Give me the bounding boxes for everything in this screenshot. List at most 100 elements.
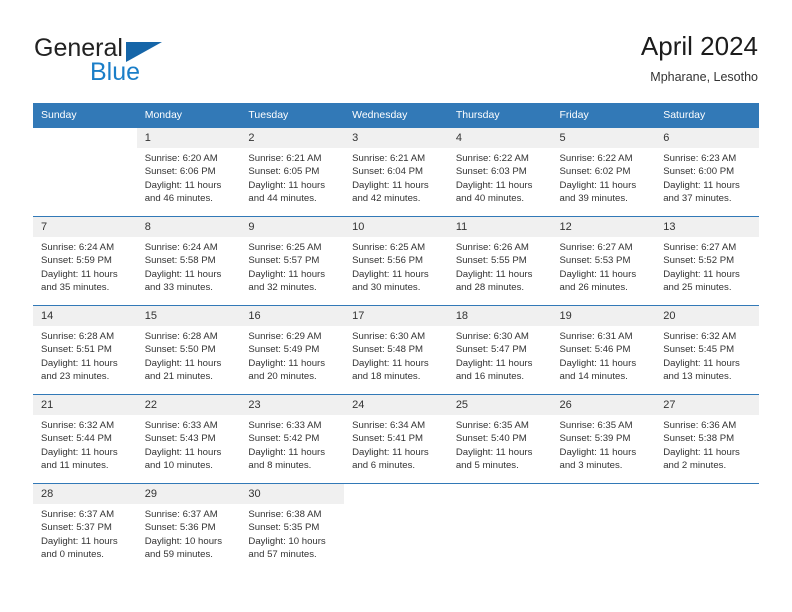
- calendar-day-cell[interactable]: 28 Sunrise: 6:37 AM Sunset: 5:37 PM Dayligh…: [33, 483, 137, 572]
- general-blue-logo[interactable]: General Blue: [34, 34, 234, 86]
- sunset-text: Sunset: 5:55 PM: [455, 255, 527, 267]
- calendar-day-cell[interactable]: 12 Sunrise: 6:27 AM Sunset: 5:53 PM Dayligh…: [551, 216, 656, 306]
- calendar-empty-cell: [33, 127, 137, 217]
- calendar-day-cell[interactable]: 7 Sunrise: 6:24 AM Sunset: 5:59 PM Daylight…: [33, 216, 137, 306]
- sunrise-text: Sunrise: 6:35 AM: [455, 420, 529, 431]
- day-number: [447, 484, 552, 504]
- calendar-day-cell[interactable]: 17 Sunrise: 6:30 AM Sunset: 5:48 PM Dayligh…: [344, 305, 448, 395]
- calendar-day-cell[interactable]: 26 Sunrise: 6:35 AM Sunset: 5:39 PM Dayligh…: [551, 394, 656, 484]
- daylight-text-line1: Daylight: 11 hours: [455, 179, 533, 191]
- daylight-text-line2: and 5 minutes.: [455, 460, 519, 472]
- daylight-text-line1: Daylight: 11 hours: [663, 268, 740, 280]
- calendar-day-cell[interactable]: 16 Sunrise: 6:29 AM Sunset: 5:49 PM Dayligh…: [240, 305, 345, 395]
- day-number: 25: [447, 395, 552, 415]
- day-number: 13: [655, 217, 759, 237]
- daylight-text-line1: Daylight: 11 hours: [41, 357, 118, 369]
- day-details: Sunrise: 6:20 AM Sunset: 6:06 PM Daylight:…: [137, 148, 241, 206]
- calendar-day-cell[interactable]: 24 Sunrise: 6:34 AM Sunset: 5:41 PM Dayligh…: [344, 394, 448, 484]
- day-details: Sunrise: 6:22 AM Sunset: 6:03 PM Daylight:…: [448, 148, 552, 206]
- sunrise-text: Sunrise: 6:33 AM: [248, 420, 322, 431]
- daylight-text-line2: and 8 minutes.: [248, 460, 312, 472]
- sunrise-text: Sunrise: 6:34 AM: [352, 420, 426, 431]
- day-number: 4: [447, 128, 552, 148]
- sunrise-text: Sunrise: 6:31 AM: [559, 331, 633, 342]
- calendar-day-cell[interactable]: 18 Sunrise: 6:30 AM Sunset: 5:47 PM Dayligh…: [447, 305, 552, 395]
- calendar-day-cell[interactable]: 14 Sunrise: 6:28 AM Sunset: 5:51 PM Dayligh…: [33, 305, 137, 395]
- day-details: Sunrise: 6:24 AM Sunset: 5:58 PM Daylight:…: [137, 237, 241, 295]
- calendar-day-cell[interactable]: 19 Sunrise: 6:31 AM Sunset: 5:46 PM Dayligh…: [551, 305, 656, 395]
- daylight-text-line2: and 39 minutes.: [559, 193, 628, 205]
- calendar-day-cell[interactable]: 30 Sunrise: 6:38 AM Sunset: 5:35 PM Dayligh…: [240, 483, 345, 572]
- sunrise-text: Sunrise: 6:32 AM: [41, 420, 115, 431]
- daylight-text-line2: and 14 minutes.: [559, 371, 628, 383]
- calendar-week-row: 1 Sunrise: 6:20 AM Sunset: 6:06 PM Daylight…: [33, 127, 759, 217]
- daylight-text-line1: Daylight: 10 hours: [248, 535, 326, 547]
- calendar-day-cell[interactable]: 13 Sunrise: 6:27 AM Sunset: 5:52 PM Dayligh…: [655, 216, 759, 306]
- day-details: Sunrise: 6:34 AM Sunset: 5:41 PM Daylight:…: [344, 415, 448, 473]
- day-details: Sunrise: 6:27 AM Sunset: 5:53 PM Daylight:…: [552, 237, 656, 295]
- calendar-day-cell[interactable]: 5 Sunrise: 6:22 AM Sunset: 6:02 PM Daylight…: [551, 127, 656, 217]
- daylight-text-line1: Daylight: 11 hours: [559, 357, 637, 369]
- daylight-text-line1: Daylight: 10 hours: [144, 535, 223, 547]
- sunrise-text: Sunrise: 6:30 AM: [352, 331, 426, 342]
- daylight-text-line2: and 21 minutes.: [144, 371, 213, 383]
- sunrise-text: Sunrise: 6:23 AM: [663, 153, 737, 164]
- daylight-text-line2: and 46 minutes.: [144, 193, 213, 205]
- day-number: 16: [240, 306, 345, 326]
- sunset-text: Sunset: 5:50 PM: [144, 344, 216, 356]
- column-header-friday: Friday: [551, 103, 656, 128]
- day-details: Sunrise: 6:28 AM Sunset: 5:51 PM Daylight:…: [33, 326, 137, 384]
- calendar-day-cell[interactable]: 3 Sunrise: 6:21 AM Sunset: 6:04 PM Daylight…: [344, 127, 448, 217]
- day-number: 27: [655, 395, 759, 415]
- day-details: Sunrise: 6:33 AM Sunset: 5:43 PM Daylight:…: [137, 415, 241, 473]
- sunrise-text: Sunrise: 6:37 AM: [41, 509, 115, 520]
- calendar-day-cell[interactable]: 4 Sunrise: 6:22 AM Sunset: 6:03 PM Daylight…: [447, 127, 552, 217]
- daylight-text-line1: Daylight: 11 hours: [352, 357, 429, 369]
- sunrise-text: Sunrise: 6:24 AM: [41, 242, 115, 253]
- daylight-text-line2: and 26 minutes.: [559, 282, 628, 294]
- sunset-text: Sunset: 6:02 PM: [559, 166, 631, 178]
- calendar-day-cell[interactable]: 29 Sunrise: 6:37 AM Sunset: 5:36 PM Dayligh…: [136, 483, 241, 572]
- day-number: 7: [33, 217, 137, 237]
- day-number: 5: [551, 128, 656, 148]
- sunrise-text: Sunrise: 6:21 AM: [352, 153, 426, 164]
- calendar-empty-cell: [655, 483, 759, 572]
- daylight-text-line1: Daylight: 11 hours: [663, 357, 740, 369]
- daylight-text-line1: Daylight: 11 hours: [455, 357, 533, 369]
- day-details: Sunrise: 6:30 AM Sunset: 5:47 PM Daylight:…: [448, 326, 552, 384]
- sunrise-text: Sunrise: 6:32 AM: [663, 331, 737, 342]
- column-header-saturday: Saturday: [655, 103, 759, 128]
- calendar-day-cell[interactable]: 22 Sunrise: 6:33 AM Sunset: 5:43 PM Dayligh…: [136, 394, 241, 484]
- sunset-text: Sunset: 5:36 PM: [144, 522, 216, 534]
- daylight-text-line1: Daylight: 11 hours: [248, 446, 326, 458]
- calendar-day-cell[interactable]: 8 Sunrise: 6:24 AM Sunset: 5:58 PM Daylight…: [136, 216, 241, 306]
- day-number: 19: [551, 306, 656, 326]
- calendar-day-cell[interactable]: 11 Sunrise: 6:26 AM Sunset: 5:55 PM Dayligh…: [447, 216, 552, 306]
- daylight-text-line1: Daylight: 11 hours: [248, 357, 326, 369]
- calendar-day-cell[interactable]: 23 Sunrise: 6:33 AM Sunset: 5:42 PM Dayligh…: [240, 394, 345, 484]
- daylight-text-line2: and 40 minutes.: [455, 193, 525, 205]
- calendar-day-cell[interactable]: 1 Sunrise: 6:20 AM Sunset: 6:06 PM Daylight…: [136, 127, 241, 217]
- calendar-day-cell[interactable]: 6 Sunrise: 6:23 AM Sunset: 6:00 PM Daylight…: [655, 127, 759, 217]
- day-number: [344, 484, 448, 504]
- sunrise-text: Sunrise: 6:28 AM: [41, 331, 115, 342]
- sunrise-text: Sunrise: 6:22 AM: [559, 153, 633, 164]
- calendar-day-cell[interactable]: 15 Sunrise: 6:28 AM Sunset: 5:50 PM Dayligh…: [136, 305, 241, 395]
- day-details: Sunrise: 6:38 AM Sunset: 5:35 PM Daylight:…: [240, 504, 344, 562]
- calendar-day-cell[interactable]: 10 Sunrise: 6:25 AM Sunset: 5:56 PM Dayligh…: [344, 216, 448, 306]
- calendar-day-cell[interactable]: 20 Sunrise: 6:32 AM Sunset: 5:45 PM Dayligh…: [655, 305, 759, 395]
- day-details: Sunrise: 6:32 AM Sunset: 5:44 PM Daylight:…: [33, 415, 137, 473]
- daylight-text-line1: Daylight: 11 hours: [559, 268, 637, 280]
- day-details: Sunrise: 6:22 AM Sunset: 6:02 PM Daylight:…: [552, 148, 656, 206]
- calendar-day-cell[interactable]: 25 Sunrise: 6:35 AM Sunset: 5:40 PM Dayligh…: [447, 394, 552, 484]
- daylight-text-line1: Daylight: 11 hours: [144, 446, 222, 458]
- calendar-day-cell[interactable]: 21 Sunrise: 6:32 AM Sunset: 5:44 PM Dayligh…: [33, 394, 137, 484]
- calendar-day-cell[interactable]: 27 Sunrise: 6:36 AM Sunset: 5:38 PM Dayligh…: [655, 394, 759, 484]
- sunset-text: Sunset: 6:03 PM: [455, 166, 527, 178]
- daylight-text-line1: Daylight: 11 hours: [248, 179, 326, 191]
- calendar-header-row: Sunday Monday Tuesday Wednesday Thursday…: [33, 103, 759, 128]
- day-number: 22: [136, 395, 241, 415]
- calendar-day-cell[interactable]: 2 Sunrise: 6:21 AM Sunset: 6:05 PM Daylight…: [240, 127, 345, 217]
- calendar-day-cell[interactable]: 9 Sunrise: 6:25 AM Sunset: 5:57 PM Daylight…: [240, 216, 345, 306]
- sunset-text: Sunset: 5:39 PM: [559, 433, 631, 445]
